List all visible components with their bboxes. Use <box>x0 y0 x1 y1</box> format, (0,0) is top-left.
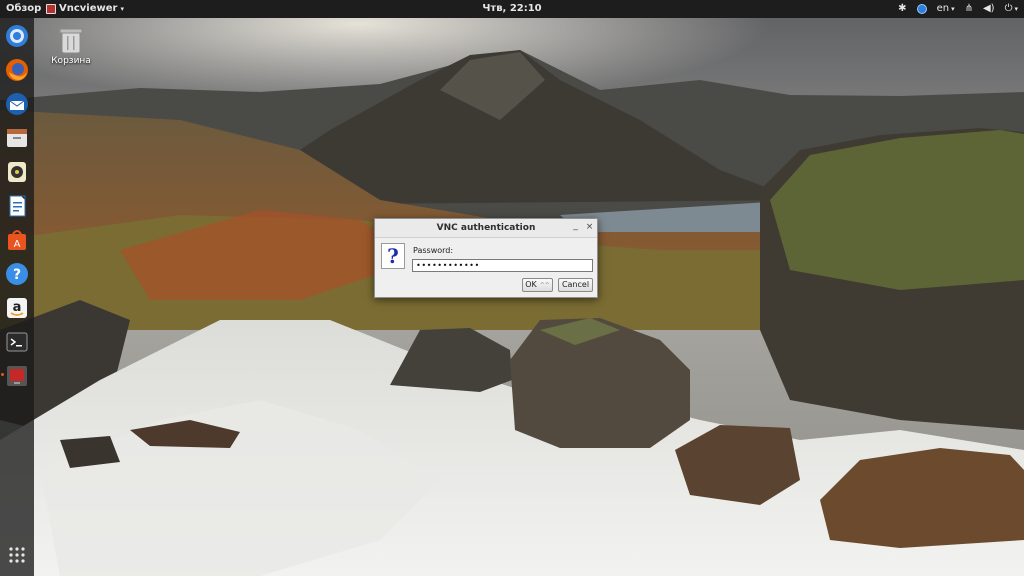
grid-icon[interactable] <box>8 546 26 564</box>
thunderbird-icon[interactable] <box>5 92 29 116</box>
files-icon[interactable] <box>5 126 29 150</box>
writer-icon[interactable] <box>5 194 29 218</box>
accessibility-icon[interactable]: ✱ <box>898 0 906 18</box>
rhythmbox-icon[interactable] <box>5 160 29 184</box>
close-button[interactable]: × <box>584 222 595 233</box>
vnc-auth-dialog: VNC authentication _ × ? Password: •••••… <box>374 218 598 298</box>
clock-button[interactable]: Чтв, 22:10 <box>482 0 541 18</box>
password-field[interactable]: •••••••••••• <box>412 259 593 272</box>
vncviewer-icon[interactable] <box>1 364 29 388</box>
dock: A ? a <box>0 18 34 576</box>
power-icon[interactable]: ⏻ ▾ <box>1005 0 1018 18</box>
amazon-icon[interactable]: a <box>5 296 29 320</box>
cancel-button[interactable]: Cancel <box>558 278 593 292</box>
chevron-down-icon: ▾ <box>1014 5 1018 13</box>
svg-text:?: ? <box>13 267 21 283</box>
ok-label: OK <box>525 280 537 289</box>
trash-desktop-icon[interactable]: Корзина <box>46 26 96 66</box>
dialog-title: VNC authentication <box>436 223 536 233</box>
minimize-button[interactable]: _ <box>570 222 581 233</box>
chevron-down-icon: ▾ <box>951 5 955 13</box>
close-icon: × <box>585 222 594 232</box>
trash-label: Корзина <box>51 56 91 66</box>
question-icon: ? <box>381 243 405 269</box>
top-bar: Обзор Vncviewer ▾ Чтв, 22:10 ✱ en ▾ ⋔ ◀) … <box>0 0 1024 18</box>
ok-button[interactable]: OK ^^ <box>522 278 553 292</box>
chromium-icon[interactable] <box>5 24 29 48</box>
network-icon[interactable]: ⋔ <box>965 0 973 18</box>
svg-text:a: a <box>13 300 22 315</box>
clock-container: Чтв, 22:10 <box>0 0 1024 18</box>
ok-shortcut-hint: ^^ <box>539 282 550 289</box>
password-label: Password: <box>413 246 454 255</box>
trash-icon <box>59 28 83 54</box>
system-tray: ✱ en ▾ ⋔ ◀) ⏻ ▾ <box>898 0 1018 18</box>
vnc-tray-icon[interactable] <box>916 4 927 14</box>
language-label: en <box>936 3 950 14</box>
dialog-titlebar[interactable]: VNC authentication _ × <box>375 219 597 238</box>
volume-icon[interactable]: ◀) <box>983 0 995 18</box>
svg-text:A: A <box>14 239 21 250</box>
software-icon[interactable]: A <box>5 228 29 252</box>
terminal-icon[interactable] <box>5 330 29 354</box>
language-switcher[interactable]: en ▾ <box>937 0 955 18</box>
firefox-icon[interactable] <box>5 58 29 82</box>
help-icon[interactable]: ? <box>5 262 29 286</box>
